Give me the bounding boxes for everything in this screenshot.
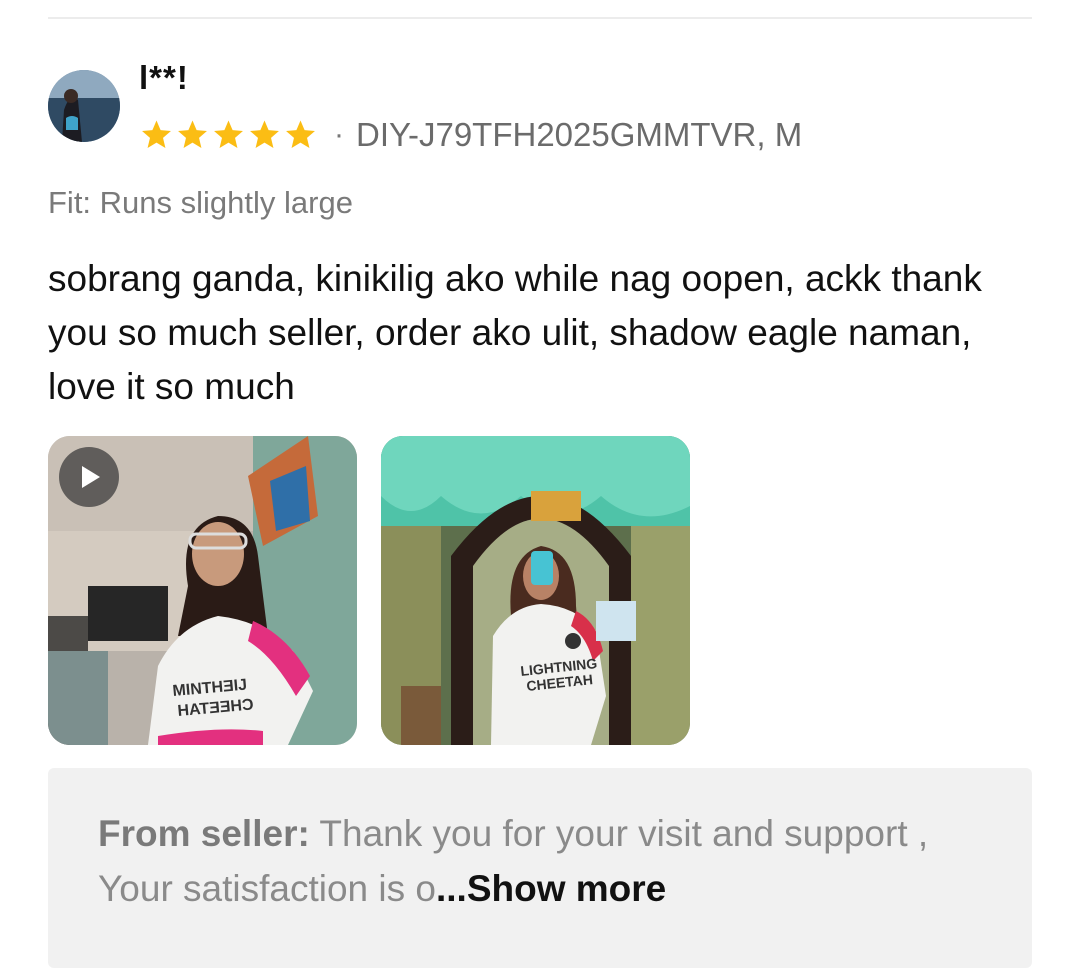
play-button[interactable]	[59, 447, 119, 507]
photo-thumbnail-image: LIGHTNING CHEETAH	[381, 436, 690, 745]
purchased-variant: DIY-J79TFH2025GMMTVR, M	[356, 116, 803, 153]
seller-reply-box: From seller: Thank you for your visit an…	[48, 768, 1032, 968]
star-icon	[178, 120, 207, 149]
star-icon	[286, 120, 315, 149]
seller-reply-text: From seller: Thank you for your visit an…	[98, 806, 998, 916]
top-divider	[48, 17, 1032, 19]
show-more-link[interactable]: Show more	[467, 868, 666, 909]
star-icon	[142, 120, 171, 149]
review-body-text: sobrang ganda, kinikilig ako while nag o…	[48, 258, 982, 407]
review-photo-thumbnail[interactable]: LIGHTNING CHEETAH	[381, 436, 690, 745]
show-more-ellipsis: ...	[436, 868, 467, 909]
play-icon	[82, 466, 100, 488]
rating-row: · DIY-J79TFH2025GMMTVR, M	[139, 114, 802, 156]
separator-dot: ·	[334, 118, 344, 151]
seller-reply-label: From seller:	[98, 813, 310, 854]
review-video-thumbnail[interactable]: MINTHƎIJ HATƎƎHƆ	[48, 436, 357, 745]
star-rating	[139, 118, 318, 152]
avatar-image	[48, 70, 120, 142]
fit-label: Fit: Runs slightly large	[48, 185, 353, 220]
star-icon	[214, 120, 243, 149]
user-avatar[interactable]	[48, 70, 120, 142]
reviewer-username[interactable]: l**!	[139, 58, 189, 98]
star-icon	[250, 120, 279, 149]
